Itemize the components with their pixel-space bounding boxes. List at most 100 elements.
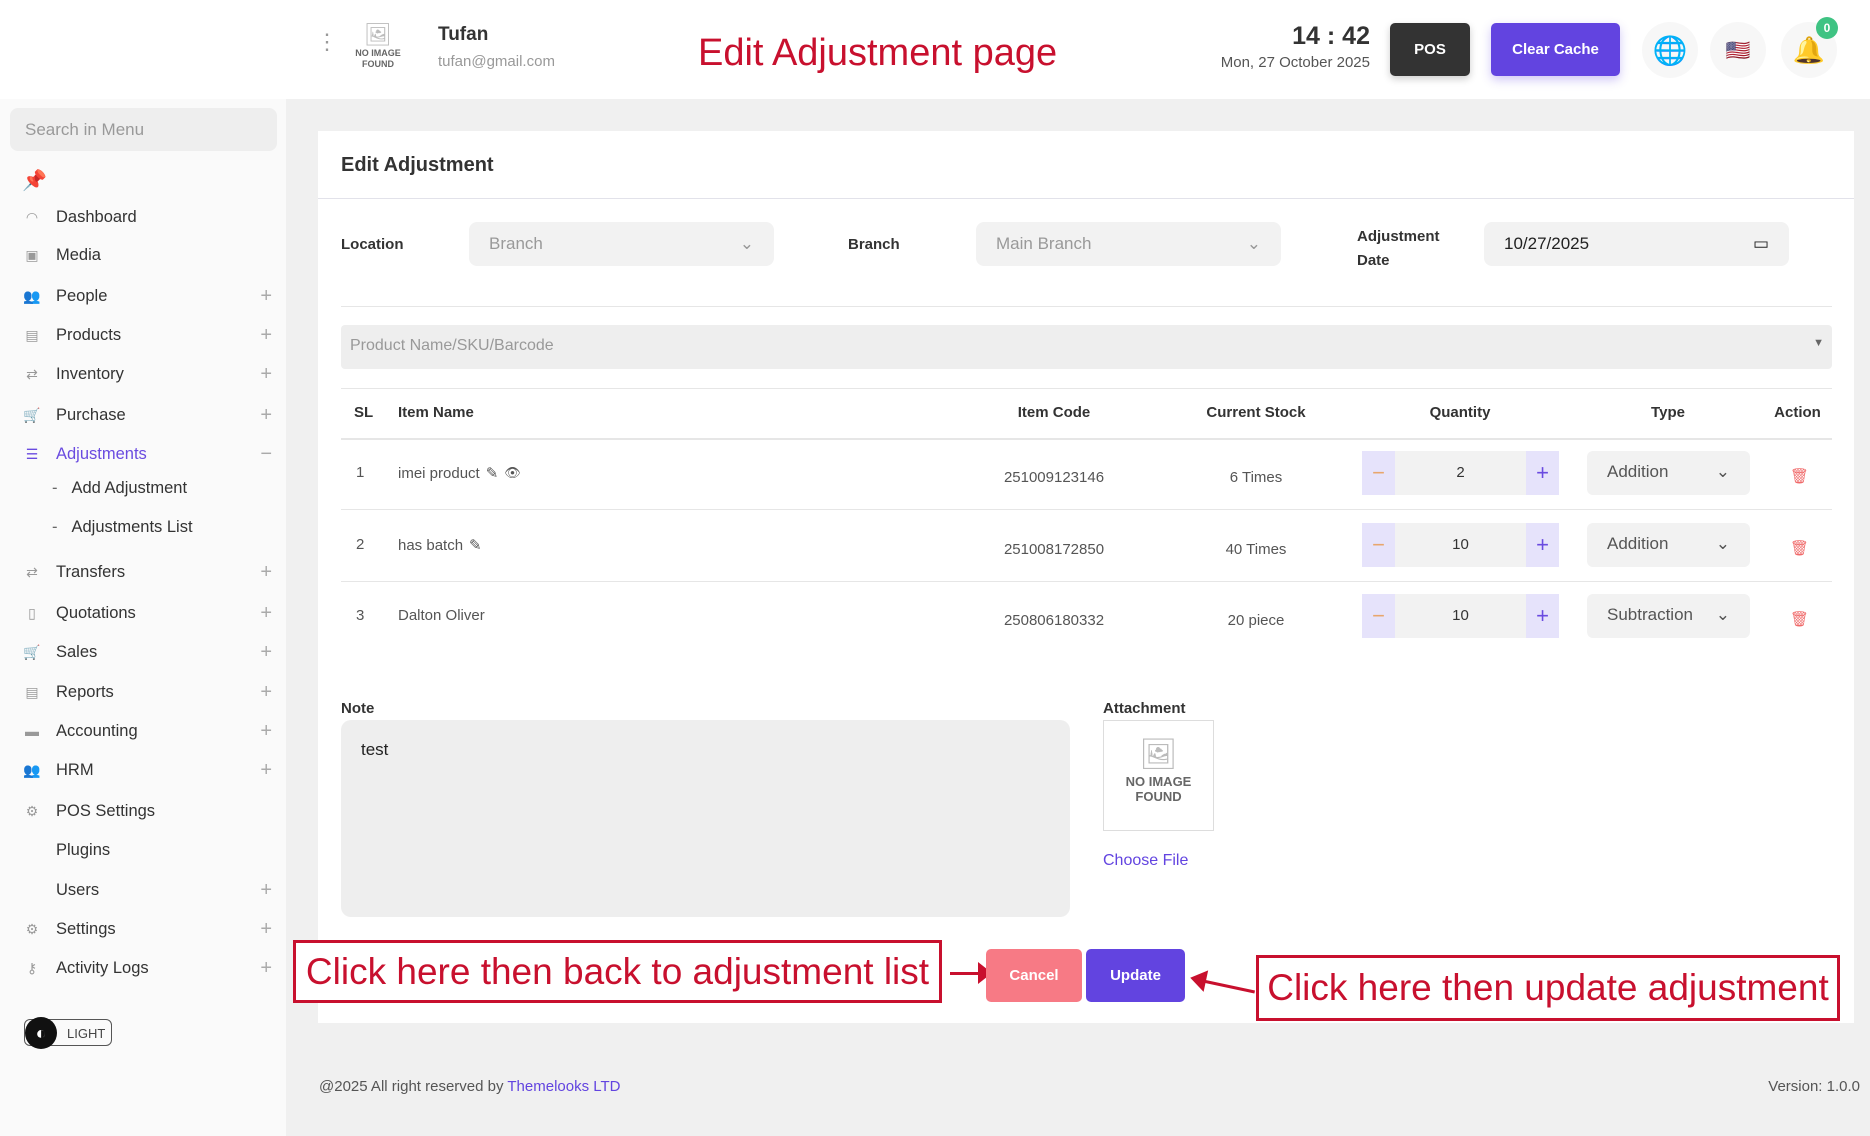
location-select[interactable]: Branch ⌄ — [469, 222, 774, 266]
company-link[interactable]: Themelooks LTD — [507, 1078, 620, 1095]
sidebar-item-quotations[interactable]: ▯ Quotations + — [22, 598, 272, 628]
sidebar-item-accounting[interactable]: ▬ Accounting + — [22, 716, 272, 746]
note-textarea[interactable]: test — [341, 720, 1070, 917]
expand-plus-icon[interactable]: + — [260, 879, 272, 902]
type-select[interactable]: Subtraction ⌄ — [1587, 594, 1750, 638]
expand-plus-icon[interactable]: + — [260, 602, 272, 625]
delete-trash-icon[interactable]: 🗑 — [1790, 539, 1809, 557]
increment-button[interactable]: + — [1526, 523, 1559, 567]
expand-plus-icon[interactable]: + — [260, 681, 272, 704]
avatar[interactable]: 🖼 NO IMAGE FOUND — [350, 22, 406, 70]
column-header-quantity: Quantity — [1429, 404, 1491, 421]
image-placeholder-icon: 🖼 — [1139, 738, 1178, 771]
quantity-stepper: −10 + — [1362, 523, 1559, 567]
gears-icon: ⚙ — [25, 802, 39, 819]
row-item-name: has batch ✎ — [398, 536, 482, 555]
sidebar-item-adjustments-list[interactable]: - Adjustments List — [52, 512, 302, 542]
edit-icon[interactable]: ✎ — [486, 464, 499, 482]
expand-plus-icon[interactable]: + — [260, 404, 272, 427]
sidebar-item-transfers[interactable]: ⇄ Transfers + — [22, 557, 272, 587]
eye-icon[interactable]: 👁 — [504, 465, 521, 481]
decrement-button[interactable]: − — [1362, 451, 1395, 495]
pin-icon[interactable]: 📌 — [22, 168, 47, 193]
increment-button[interactable]: + — [1526, 451, 1559, 495]
us-flag-icon[interactable]: 🇺🇸 — [1710, 22, 1766, 78]
branch-select[interactable]: Main Branch ⌄ — [976, 222, 1281, 266]
sidebar-item-label: HRM — [56, 760, 94, 779]
product-search-placeholder: Product Name/SKU/Barcode — [350, 337, 554, 354]
expand-plus-icon[interactable]: + — [260, 641, 272, 664]
column-header-type: Type — [1651, 404, 1685, 421]
expand-plus-icon[interactable]: + — [260, 561, 272, 584]
product-search-select[interactable]: Product Name/SKU/Barcode ▼ — [341, 325, 1832, 369]
caret-down-icon: ▼ — [1813, 337, 1824, 349]
expand-plus-icon[interactable]: + — [260, 285, 272, 308]
delete-trash-icon[interactable]: 🗑 — [1790, 467, 1809, 485]
decrement-button[interactable]: − — [1362, 523, 1395, 567]
increment-button[interactable]: + — [1526, 594, 1559, 638]
theme-toggle[interactable]: LIGHT ◐ — [24, 1017, 112, 1049]
sidebar-item-add-adjustment[interactable]: - Add Adjustment — [52, 473, 302, 503]
sidebar-item-label: Quotations — [56, 603, 136, 622]
quantity-input[interactable]: 10 — [1395, 523, 1526, 567]
type-select[interactable]: Addition ⌄ — [1587, 523, 1750, 567]
update-button[interactable]: Update — [1086, 949, 1185, 1002]
expand-plus-icon[interactable]: + — [260, 720, 272, 743]
adjustment-date-input[interactable]: 10/27/2025 ▭ — [1484, 222, 1789, 266]
decrement-button[interactable]: − — [1362, 594, 1395, 638]
item-name-text: Dalton Oliver — [398, 607, 485, 624]
sidebar-item-settings[interactable]: ⚙ Settings + — [22, 914, 272, 944]
sidebar-item-activity-logs[interactable]: ⚷ Activity Logs + — [22, 953, 272, 983]
sidebar-item-dashboard[interactable]: ◠ Dashboard — [22, 202, 272, 232]
type-value: Addition — [1607, 534, 1669, 553]
row-sl: 2 — [356, 536, 365, 553]
edit-icon[interactable]: ✎ — [469, 536, 482, 554]
sidebar-search-input[interactable]: Search in Menu — [10, 108, 277, 151]
sidebar-item-adjustments[interactable]: ☰ Adjustments − — [22, 439, 272, 469]
sidebar-item-label: People — [56, 286, 108, 305]
language-globe-icon[interactable]: 🌐 — [1642, 22, 1698, 78]
expand-plus-icon[interactable]: + — [260, 324, 272, 347]
type-select[interactable]: Addition ⌄ — [1587, 451, 1750, 495]
annotation-title: Edit Adjustment page — [698, 32, 1058, 74]
quantity-input[interactable]: 10 — [1395, 594, 1526, 638]
sidebar-item-inventory[interactable]: ⇄ Inventory + — [22, 359, 272, 389]
quantity-input[interactable]: 2 — [1395, 451, 1526, 495]
chevron-down-icon: ⌄ — [739, 234, 754, 253]
divider — [341, 388, 1832, 389]
avatar-placeholder-text: NO IMAGE FOUND — [355, 48, 401, 69]
collapse-minus-icon[interactable]: − — [260, 443, 272, 466]
clear-cache-button[interactable]: Clear Cache — [1491, 23, 1620, 76]
choose-file-link[interactable]: Choose File — [1103, 852, 1188, 870]
sidebar-item-pos-settings[interactable]: ⚙ POS Settings — [22, 796, 272, 826]
sidebar-item-reports[interactable]: ▤ Reports + — [22, 677, 272, 707]
dash-icon: - — [52, 478, 58, 497]
sidebar-item-plugins[interactable]: Plugins — [22, 835, 272, 865]
pos-button[interactable]: POS — [1390, 23, 1470, 76]
row-item-code: 251008172850 — [1003, 541, 1105, 558]
sidebar-item-sales[interactable]: 🛒 Sales + — [22, 637, 272, 667]
sidebar-item-products[interactable]: ▤ Products + — [22, 320, 272, 350]
attachment-label: Attachment — [1103, 700, 1186, 717]
sidebar-item-people[interactable]: 👥 People + — [22, 281, 272, 311]
sidebar-item-hrm[interactable]: 👥 HRM + — [22, 755, 272, 785]
dash-icon: - — [52, 517, 58, 536]
delete-trash-icon[interactable]: 🗑 — [1790, 610, 1809, 628]
expand-plus-icon[interactable]: + — [260, 759, 272, 782]
expand-plus-icon[interactable]: + — [260, 918, 272, 941]
cancel-button[interactable]: Cancel — [986, 949, 1082, 1002]
sidebar-item-label: Adjustments List — [71, 517, 193, 536]
sidebar-item-label: Activity Logs — [56, 958, 149, 977]
calendar-icon[interactable]: ▭ — [1753, 234, 1769, 254]
expand-plus-icon[interactable]: + — [260, 363, 272, 386]
annotation-arrow-right — [950, 962, 992, 984]
sidebar-item-purchase[interactable]: 🛒 Purchase + — [22, 400, 272, 430]
sidebar-item-media[interactable]: ▣ Media — [22, 240, 272, 270]
user-email: tufan@gmail.com — [438, 53, 555, 70]
media-icon: ▣ — [25, 246, 39, 263]
more-menu-icon[interactable]: ⋮ — [316, 31, 338, 53]
sidebar-item-users[interactable]: Users + — [22, 875, 272, 905]
top-header: ⋮ 🖼 NO IMAGE FOUND Tufan tufan@gmail.com… — [0, 0, 1870, 99]
location-label: Location — [341, 236, 404, 253]
expand-plus-icon[interactable]: + — [260, 957, 272, 980]
